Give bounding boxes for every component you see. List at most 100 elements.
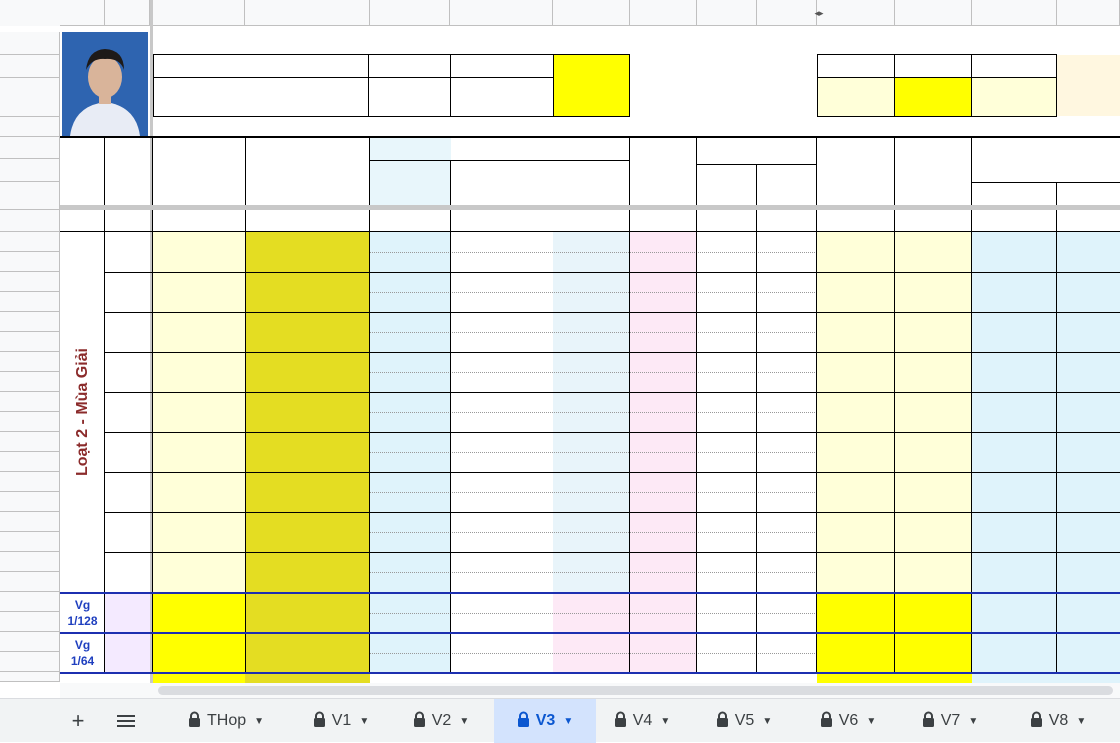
column-header-g[interactable] [450,0,553,26]
opponent-last-name [451,352,553,372]
row-header-10[interactable] [0,232,60,252]
opponent-first-name [553,272,630,292]
row-header-22[interactable] [0,472,60,492]
opponent-score [757,572,817,592]
row-header-17[interactable] [0,372,60,392]
row-header-4[interactable] [0,78,60,117]
dotted-separator [370,372,817,373]
opponent-team [972,512,1057,552]
opponent-first-name [553,532,630,552]
round-number [105,312,150,352]
column-number [817,210,895,232]
player-score [697,232,757,252]
row-header-26[interactable] [0,552,60,572]
opponent-score [757,392,817,412]
grid-line [152,594,153,632]
row-header-16[interactable] [0,352,60,372]
sheet-tab-v5[interactable]: V5 ▼ [700,699,788,743]
sheet-tab-bar: + THop ▼ V1 ▼ V2 ▼ V3 ▼ V4 ▼ V5 ▼ V6 ▼ V7 ▼ V8 ▼ [0,698,1120,743]
grid-line [696,232,697,592]
opponent-first-name [553,232,630,252]
column-header-d[interactable] [150,0,245,26]
opponent-first-name [553,412,630,432]
column-header-e[interactable] [245,0,370,26]
all-sheets-button[interactable] [114,699,138,743]
row-header-23[interactable] [0,492,60,512]
column-header-f[interactable] [370,0,450,26]
column-header-r[interactable] [895,0,972,26]
row-header-12[interactable] [0,272,60,292]
row-header-2[interactable] [0,32,60,55]
date-column [153,232,245,592]
sheet-tab-v3[interactable]: V3 ▼ [494,699,596,743]
row-header-25[interactable] [0,532,60,552]
sheet-tab-v4[interactable]: V4 ▼ [598,699,686,743]
row-header-8[interactable] [0,182,60,210]
column-header-c[interactable] [105,0,150,26]
partial-date [153,674,245,683]
row-header-14[interactable] [0,312,60,332]
row-header-30[interactable] [0,632,60,652]
row-header-29[interactable] [0,612,60,632]
row-header-15[interactable] [0,332,60,352]
row-header-20[interactable] [0,432,60,452]
sheet-tab-v7[interactable]: V7 ▼ [906,699,994,743]
grid-line [756,594,757,632]
scrollbar-thumb[interactable] [158,686,1113,695]
column-header-k[interactable] [757,0,817,26]
opponent-score [757,492,817,512]
row-header-6[interactable] [0,137,60,159]
grid-line [450,210,451,232]
opponent-first-name [553,432,630,452]
row-header-19[interactable] [0,412,60,432]
column-header-j[interactable] [697,0,757,26]
column-header-h[interactable] [553,0,630,26]
column-number [153,210,245,232]
opponent-first-name [553,352,630,372]
row-header-11[interactable] [0,252,60,272]
sheet-tab-label: V3 [535,712,556,729]
column-header-q[interactable] [817,0,895,26]
row-header-24[interactable] [0,512,60,532]
row-header-32[interactable] [0,672,60,682]
row-header-5[interactable] [0,117,60,137]
start-score-label [451,56,553,77]
row-header-9[interactable] [0,210,60,232]
opponent-team [972,232,1057,272]
column-header-s[interactable] [972,0,1057,26]
opponent-index [370,452,435,472]
select-all-corner[interactable] [0,0,60,26]
opponent-score [757,532,817,552]
row-header-3[interactable] [0,55,60,78]
partial-row-label [60,674,105,683]
birth-year-label [370,56,450,77]
entry-code [630,432,697,452]
row-header-21[interactable] [0,452,60,472]
opponent-index-header [370,161,451,210]
add-sheet-button[interactable]: + [66,699,90,743]
column-header-b[interactable] [60,0,105,26]
player-score [697,432,757,452]
playoff-date [153,634,245,672]
round-index [245,552,370,592]
row-header-7[interactable] [0,159,60,182]
row-header-31[interactable] [0,652,60,672]
column-header-t[interactable] [1057,0,1120,26]
grid-line [756,232,757,592]
sheet-tab-v8[interactable]: V8 ▼ [1010,699,1106,743]
lock-icon [413,711,426,732]
grid-line [245,232,246,592]
row-header-18[interactable] [0,392,60,412]
sheet-tab-v2[interactable]: V2 ▼ [398,699,484,743]
plus-icon: + [71,708,85,733]
or-value [1057,78,1120,116]
sheet-tab-v1[interactable]: V1 ▼ [296,699,386,743]
row-header-13[interactable] [0,292,60,312]
sheet-tab-thop[interactable]: THop ▼ [170,699,282,743]
sheet-tab-v6[interactable]: V6 ▼ [804,699,892,743]
student-photo [62,32,148,136]
row-header-28[interactable] [0,592,60,612]
column-header-i[interactable] [630,0,697,26]
opponent-index [370,472,435,492]
row-header-27[interactable] [0,572,60,592]
